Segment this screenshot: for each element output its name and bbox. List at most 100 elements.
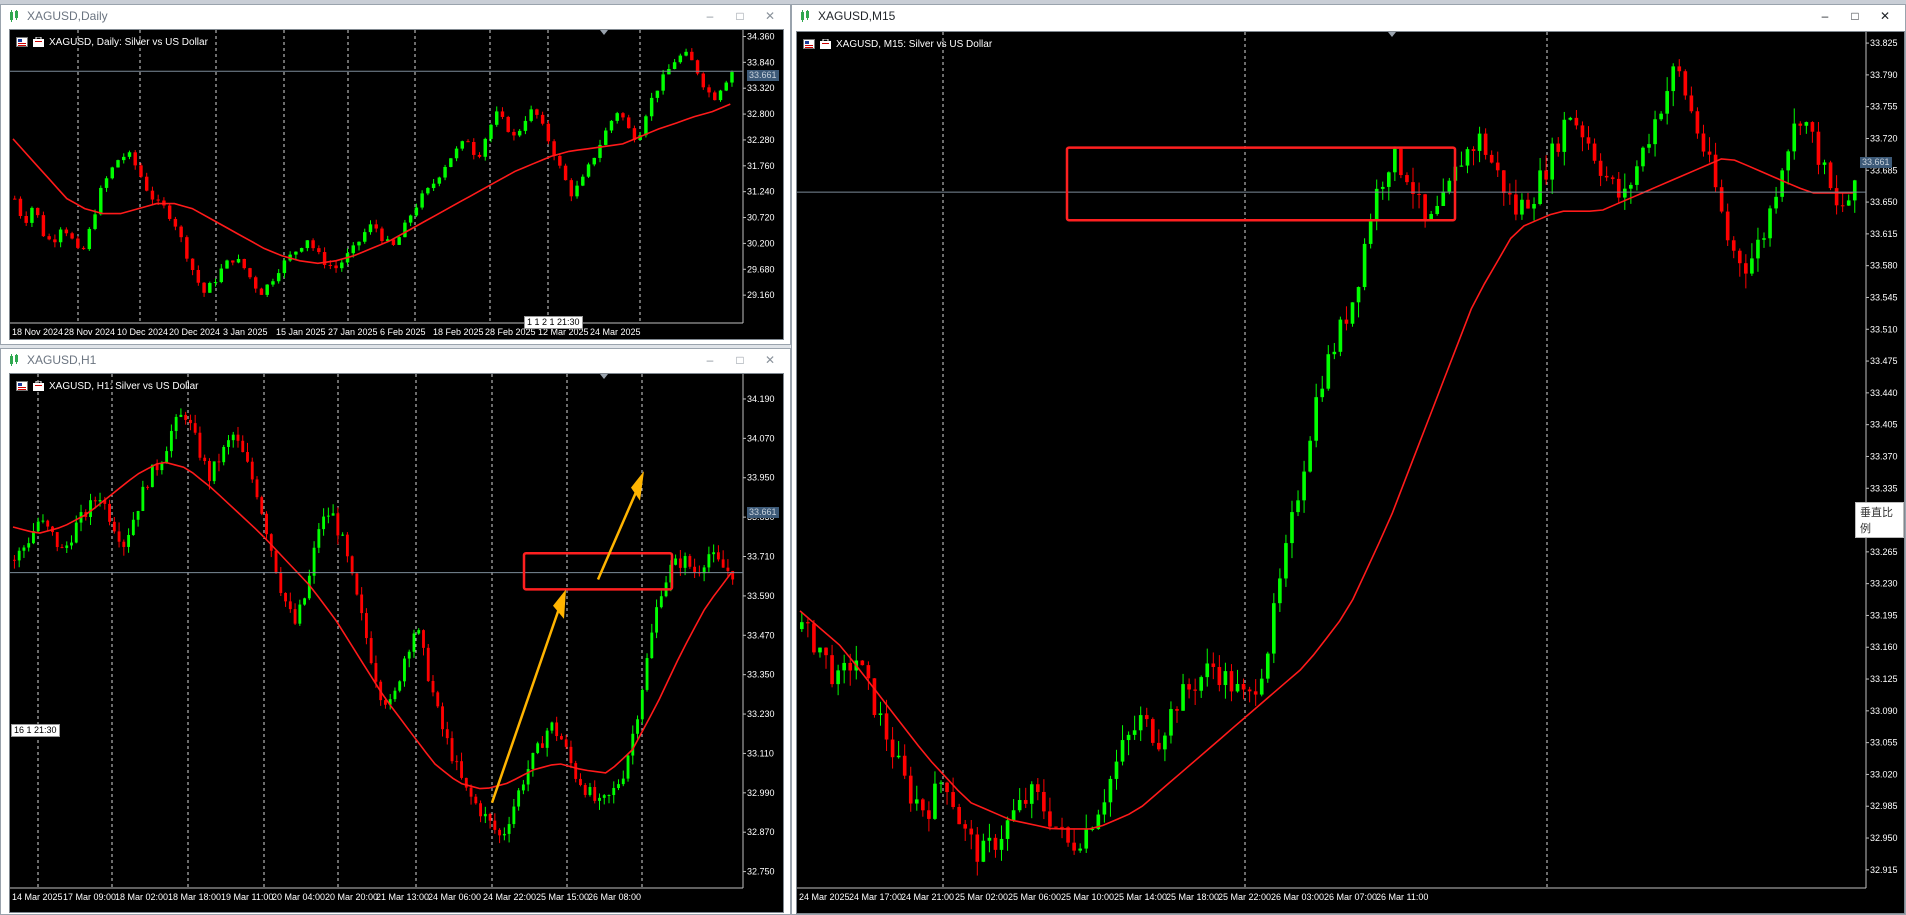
candle-body xyxy=(450,738,454,762)
maximize-button[interactable]: □ xyxy=(726,7,754,25)
candle-body xyxy=(1084,829,1089,849)
x-tick-label: 18 Mar 18:00 xyxy=(168,892,221,902)
candle-body xyxy=(169,431,173,452)
candle-body xyxy=(546,123,551,142)
y-tick-label: 33.160 xyxy=(1870,642,1898,652)
candle-body xyxy=(1169,709,1173,736)
candle-body xyxy=(583,785,587,795)
y-tick-label: 33.650 xyxy=(1870,197,1898,207)
candle-body xyxy=(517,130,522,136)
y-tick-label: 32.990 xyxy=(747,788,775,798)
chart-area-h1[interactable]: 34.19034.07033.95033.83033.71033.59033.4… xyxy=(9,373,784,913)
candle-body xyxy=(602,795,606,798)
candle-body xyxy=(569,746,573,764)
candle-body xyxy=(293,609,297,624)
chart-window-daily[interactable]: XAGUSD,Daily – □ ✕ 34.360 33.840 33.320 32.… xyxy=(0,4,791,345)
candle-body xyxy=(1163,735,1167,750)
chart-area-daily[interactable]: 34.360 33.840 33.320 32.800 32.280 31.760 31.2… xyxy=(9,29,784,340)
candle-body xyxy=(160,463,164,471)
candle-body xyxy=(1181,684,1185,711)
chart-window-h1[interactable]: XAGUSD,H1 – □ ✕ 34.19034.07033.95033.830… xyxy=(0,348,791,915)
chart-area-m15[interactable]: 33.825 33.790 33.755 33.720 33.685 33.650 33.6… xyxy=(796,31,1905,914)
y-tick-label: 33.335 xyxy=(1870,483,1898,493)
chart-window-icon xyxy=(801,10,809,22)
candle-body xyxy=(1792,123,1797,152)
candle-body xyxy=(70,542,73,546)
candle-body xyxy=(884,713,889,740)
one-click-trading-icon[interactable] xyxy=(33,37,44,47)
price-chart-h1[interactable]: 34.19034.07033.95033.83033.71033.59033.4… xyxy=(10,374,784,913)
candle-body xyxy=(227,440,230,447)
close-button[interactable]: ✕ xyxy=(756,7,784,25)
y-tick-label: 32.950 xyxy=(1870,833,1898,843)
one-click-trading-icon[interactable] xyxy=(820,39,831,49)
x-tick-label: 6 Feb 2025 xyxy=(380,327,426,337)
candle-body xyxy=(374,224,378,229)
candle-body xyxy=(1677,66,1682,72)
y-tick-label: 34.070 xyxy=(747,433,775,443)
candle-body xyxy=(1314,397,1319,441)
y-tick-label: 31.760 xyxy=(747,161,775,171)
candle-body xyxy=(93,214,97,229)
candle-body xyxy=(1114,761,1119,779)
close-button[interactable]: ✕ xyxy=(756,351,784,369)
candle-body xyxy=(951,792,955,808)
candle-body xyxy=(1483,133,1488,155)
candle-body xyxy=(1683,71,1688,96)
window-titlebar[interactable]: XAGUSD,H1 – □ ✕ xyxy=(1,349,790,371)
candle-body xyxy=(1368,220,1373,244)
candle-body xyxy=(488,813,492,821)
y-tick-label: 34.360 xyxy=(747,31,775,41)
chart-window-m15[interactable]: XAGUSD,M15 – □ ✕ 33.825 33.790 33.755 33.72… xyxy=(791,4,1906,915)
window-titlebar[interactable]: XAGUSD,M15 – □ ✕ xyxy=(792,5,1905,27)
candle-body xyxy=(76,238,80,248)
close-button[interactable]: ✕ xyxy=(1871,7,1899,25)
x-tick-label: 25 Mar 06:00 xyxy=(1008,892,1061,902)
candle-body xyxy=(127,534,131,547)
candle-body xyxy=(730,72,734,83)
price-chart-daily[interactable]: 34.360 33.840 33.320 32.800 32.280 31.760 31.2… xyxy=(10,30,784,340)
minimize-button[interactable]: – xyxy=(1811,7,1839,25)
x-tick-label: 17 Mar 09:00 xyxy=(63,892,116,902)
candle-body xyxy=(1193,689,1197,691)
x-tick-label: 20 Mar 20:00 xyxy=(325,892,378,902)
candle-body xyxy=(842,662,846,671)
candle-body xyxy=(1108,778,1113,803)
symbol-flag-icon xyxy=(803,39,815,49)
candle-body xyxy=(472,142,476,155)
maximize-button[interactable]: □ xyxy=(1841,7,1869,25)
candle-body xyxy=(1265,653,1270,679)
candle-body xyxy=(1556,143,1561,152)
x-tick-label: 18 Feb 2025 xyxy=(433,327,484,337)
candle-body xyxy=(1302,471,1306,501)
candle-body xyxy=(22,547,26,551)
candle-body xyxy=(1756,239,1760,259)
candle-body xyxy=(284,592,287,602)
candle-body xyxy=(1501,170,1506,194)
y-tick-label: 33.055 xyxy=(1870,738,1898,748)
moving-average-line xyxy=(799,158,1853,830)
x-tick-label: 27 Jan 2025 xyxy=(328,327,378,337)
current-price-tag: 33.661 xyxy=(1860,157,1892,168)
y-tick-label: 33.950 xyxy=(747,473,775,483)
candle-body xyxy=(133,152,137,166)
candle-body xyxy=(579,778,582,786)
candle-body xyxy=(87,228,92,250)
y-tick-label: 33.195 xyxy=(1870,610,1898,620)
candle-body xyxy=(712,552,716,555)
price-chart-m15[interactable]: 33.82533.79033.75533.72033.68533.65033.6… xyxy=(797,32,1905,914)
candle-body xyxy=(363,232,367,242)
vertical-scale-tooltip: 垂直比例 xyxy=(1855,502,1904,538)
candle-body xyxy=(1822,162,1827,165)
candle-body xyxy=(963,824,968,829)
candle-body xyxy=(678,558,682,568)
minimize-button[interactable]: – xyxy=(696,351,724,369)
minimize-button[interactable]: – xyxy=(696,7,724,25)
candle-body xyxy=(878,713,883,716)
window-titlebar[interactable]: XAGUSD,Daily – □ ✕ xyxy=(1,5,790,27)
maximize-button[interactable]: □ xyxy=(726,351,754,369)
candle-body xyxy=(1768,208,1772,239)
one-click-trading-icon[interactable] xyxy=(33,381,44,391)
x-tick-label: 24 Mar 2025 xyxy=(799,892,850,902)
chart-window-icon xyxy=(10,10,18,22)
